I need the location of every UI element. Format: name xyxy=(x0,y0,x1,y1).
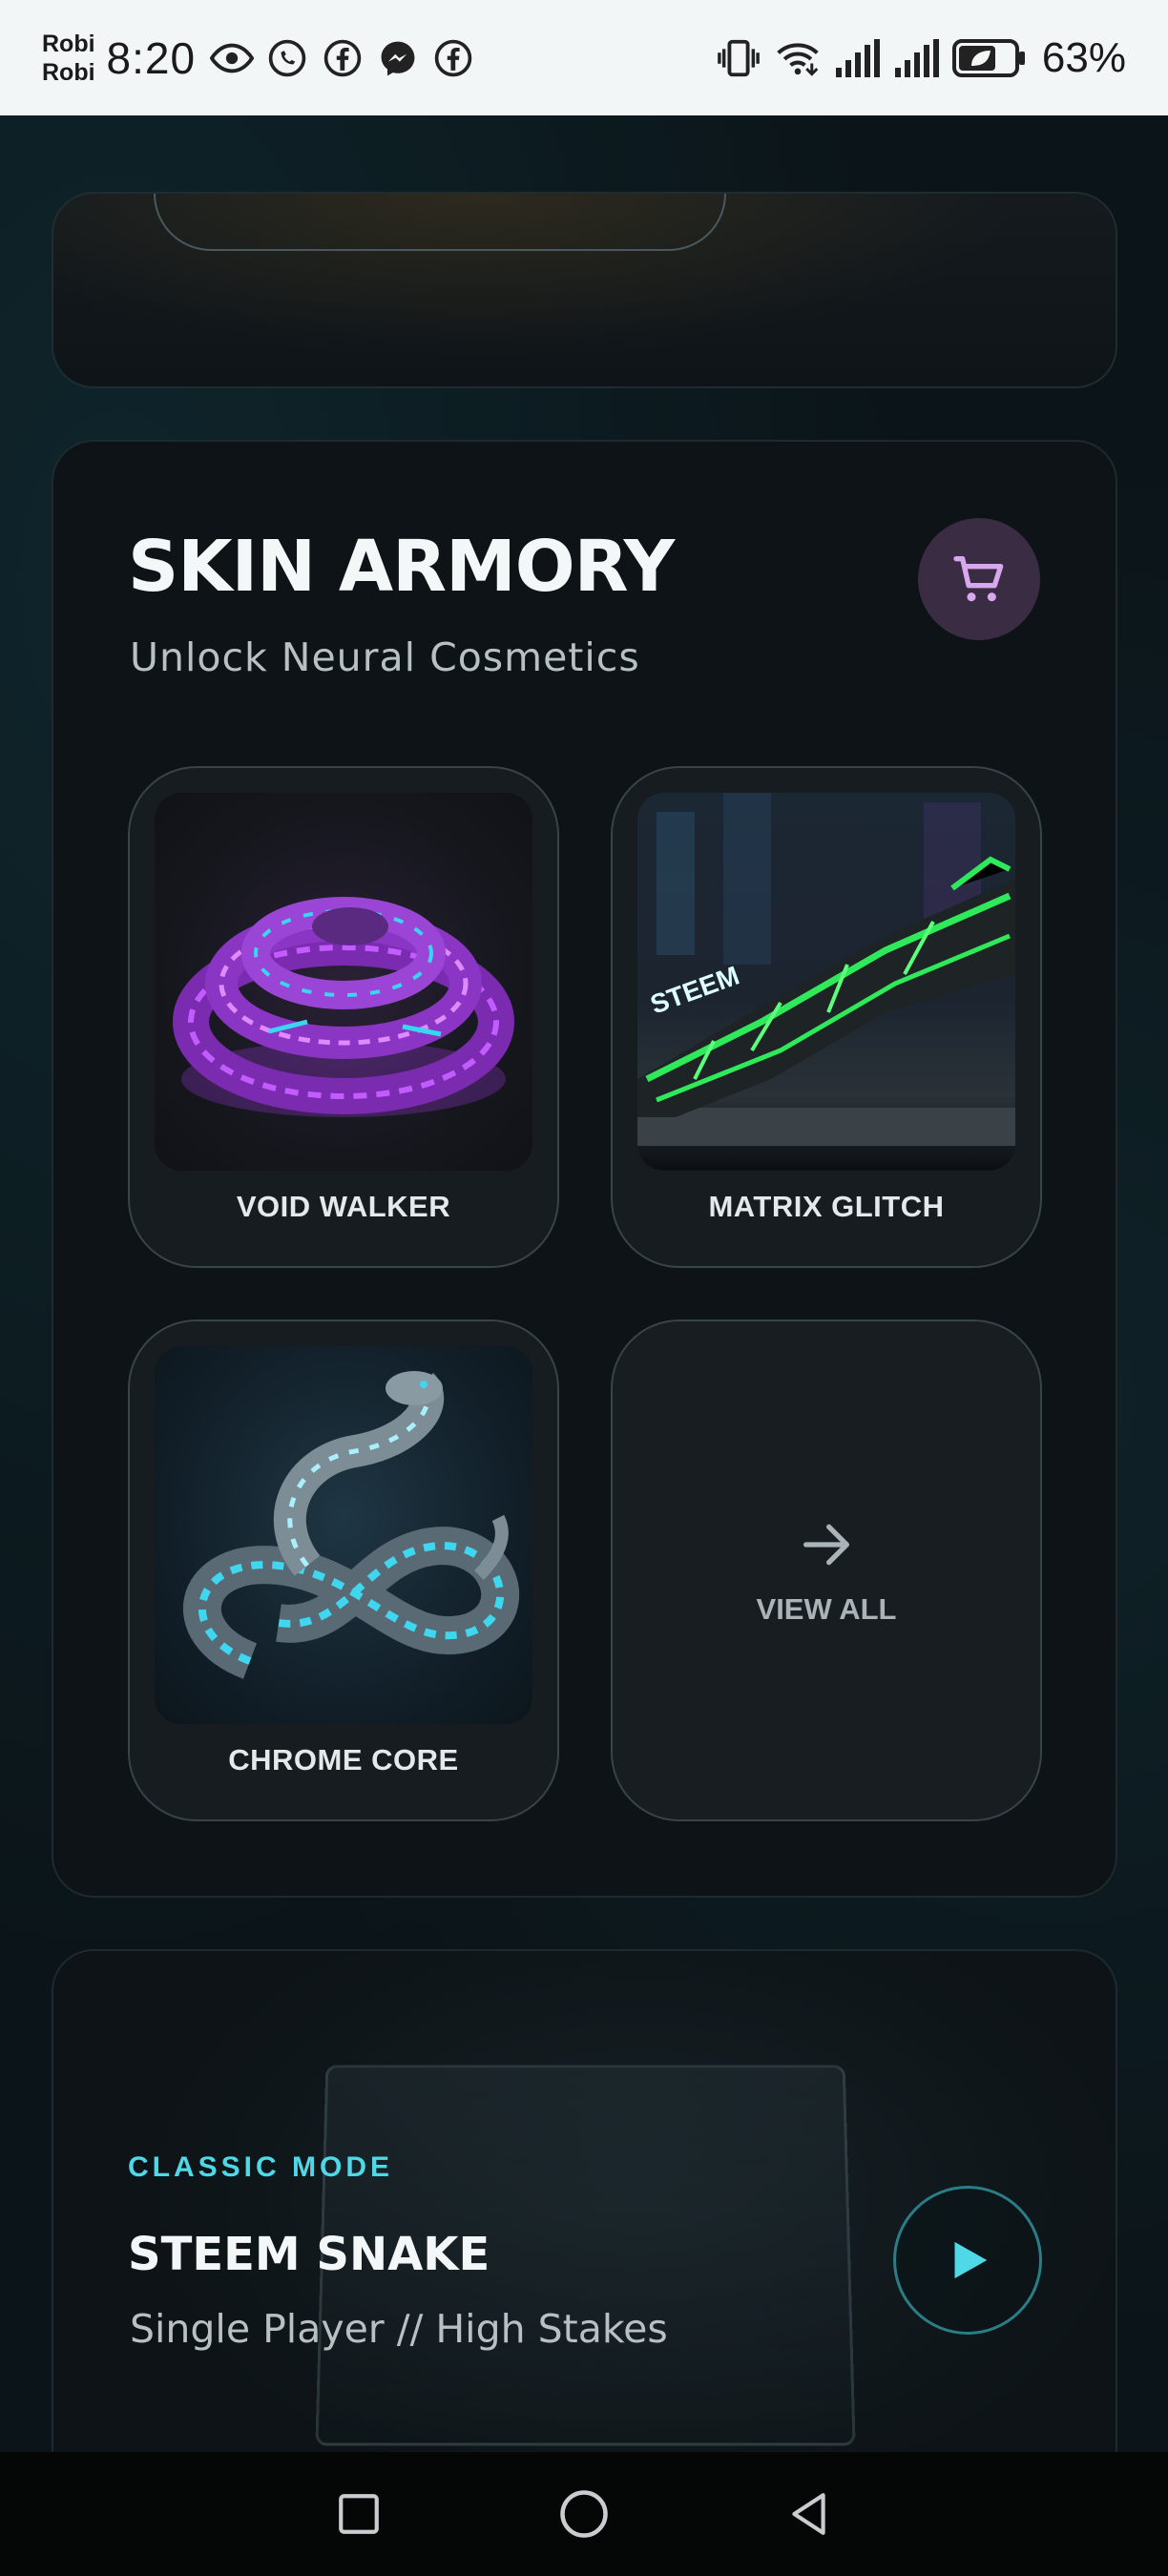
view-all-label: VIEW ALL xyxy=(756,1592,897,1626)
battery-saver-icon xyxy=(951,35,1029,81)
recents-button[interactable] xyxy=(330,2485,387,2543)
messenger-icon xyxy=(375,35,421,81)
armory-subtitle: Unlock Neural Cosmetics xyxy=(130,634,640,680)
home-button[interactable] xyxy=(555,2485,613,2543)
battery-percentage: 63% xyxy=(1041,33,1126,81)
skin-armory-card: SKIN ARMORY Unlock Neural Cosmetics VOID… xyxy=(52,440,1117,1898)
page-background: SKIN ARMORY Unlock Neural Cosmetics VOID… xyxy=(0,115,1168,2567)
cart-icon xyxy=(953,556,1004,602)
skin-name: CHROME CORE xyxy=(228,1743,459,1776)
game-title: STEEM SNAKE xyxy=(128,2228,490,2281)
play-button[interactable] xyxy=(893,2186,1042,2335)
whatsapp-icon xyxy=(264,35,310,81)
recents-square-icon xyxy=(339,2494,379,2534)
signal-icon xyxy=(893,35,939,81)
skin-name: VOID WALKER xyxy=(236,1190,451,1223)
skin-tile-chrome-core[interactable]: CHROME CORE xyxy=(128,1319,559,1821)
previous-card[interactable] xyxy=(52,192,1117,388)
play-icon xyxy=(954,2241,988,2279)
skin-tile-matrix-glitch[interactable]: STEEM MATRIX GLITCH xyxy=(611,766,1042,1268)
notification-icons xyxy=(209,35,476,81)
game-mode-label: CLASSIC MODE xyxy=(128,2151,394,2183)
vibrate-icon xyxy=(716,35,761,81)
navigation-bar xyxy=(0,2452,1168,2576)
facebook-icon xyxy=(320,35,365,81)
system-icons: 63% xyxy=(716,34,1126,82)
home-circle-icon xyxy=(560,2490,608,2538)
status-bar: Robi Robi 8:20 63% xyxy=(0,0,1168,115)
eye-icon xyxy=(209,35,255,81)
view-all-tile[interactable]: VIEW ALL xyxy=(611,1319,1042,1821)
previous-card-pill[interactable] xyxy=(154,194,726,251)
back-button[interactable] xyxy=(781,2485,838,2543)
wifi-icon xyxy=(775,35,821,81)
carrier-line-2: Robi xyxy=(42,58,95,86)
arrow-right-icon xyxy=(803,1524,849,1566)
clock: 8:20 xyxy=(106,32,197,83)
armory-title: SKIN ARMORY xyxy=(128,526,675,608)
skin-tile-void-walker[interactable]: VOID WALKER xyxy=(128,766,559,1268)
facebook-icon xyxy=(430,35,476,81)
back-triangle-icon xyxy=(792,2493,825,2535)
game-subtitle: Single Player // High Stakes xyxy=(130,2306,668,2352)
signal-icon xyxy=(834,35,880,81)
skin-name: MATRIX GLITCH xyxy=(708,1190,945,1223)
carrier-info: Robi Robi xyxy=(42,30,95,87)
matrix-glitch-image: STEEM xyxy=(637,793,1015,1171)
void-walker-image xyxy=(155,793,532,1171)
carrier-line-1: Robi xyxy=(42,30,95,57)
cart-button[interactable] xyxy=(918,518,1040,640)
svg-text:STEEM: STEEM xyxy=(646,961,742,1020)
chrome-core-image xyxy=(155,1346,532,1724)
